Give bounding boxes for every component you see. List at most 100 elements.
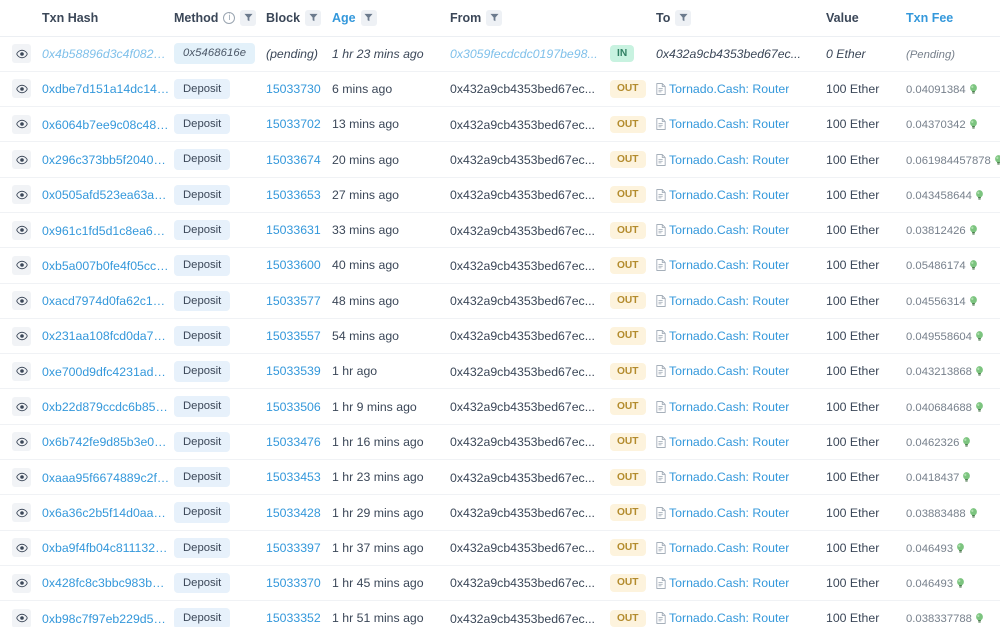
to-address-link[interactable]: Tornado.Cash: Router [669,329,789,343]
eye-icon[interactable] [12,573,31,593]
to-address-link[interactable]: Tornado.Cash: Router [669,153,789,167]
eye-icon[interactable] [12,432,31,452]
txn-fee-cell: (Pending) [906,36,1000,71]
method-badge[interactable]: Deposit [174,396,231,417]
eye-icon[interactable] [12,150,31,170]
method-badge[interactable]: Deposit [174,219,231,241]
txn-hash-link[interactable]: 0x296c373bb5f204049a... [42,153,170,167]
method-badge[interactable]: Deposit [174,431,231,453]
eye-icon[interactable] [12,255,31,275]
txn-hash-link[interactable]: 0x6b742fe9d85b3e0af46... [42,435,170,449]
to-address-link[interactable]: Tornado.Cash: Router [669,400,789,414]
block-link[interactable]: 15033674 [266,153,321,167]
method-badge[interactable]: Deposit [174,361,231,382]
block-link[interactable]: 15033653 [266,188,321,202]
eye-icon[interactable] [12,538,31,558]
block-link[interactable]: 15033476 [266,435,321,449]
column-header-age-label[interactable]: Age [332,11,356,25]
txn-hash-link[interactable]: 0x961c1fd5d1c8ea66e3... [42,224,170,238]
eye-icon[interactable] [12,326,31,346]
eye-icon[interactable] [12,608,31,627]
from-address: 0x432a9cb4353bed67ec... [450,470,595,485]
txn-hash-link[interactable]: 0xe700d9dfc4231ad960f... [42,365,170,379]
method-badge[interactable]: Deposit [174,608,231,627]
eye-icon[interactable] [12,361,31,381]
to-address-link[interactable]: Tornado.Cash: Router [669,470,789,484]
block-link[interactable]: 15033352 [266,611,321,625]
eye-icon[interactable] [12,44,31,64]
filter-icon-age[interactable] [360,9,377,26]
to-address-link[interactable]: Tornado.Cash: Router [669,576,789,590]
block-link[interactable]: 15033370 [266,576,321,590]
txn-hash-link[interactable]: 0x4b58896d3c4f082b55... [42,47,170,61]
to-address-link[interactable]: Tornado.Cash: Router [669,82,789,96]
method-badge[interactable]: Deposit [174,78,231,100]
method-badge[interactable]: Deposit [174,572,231,594]
block-cell: 15033539 [266,354,332,389]
block-link[interactable]: 15033506 [266,400,321,414]
txn-hash-link[interactable]: 0x6a36c2b5f14d0aa935... [42,506,170,520]
txn-hash-link[interactable]: 0xb98c7f97eb229d5142... [42,612,170,626]
txn-hash-link[interactable]: 0xb5a007b0fe4f05ccff27... [42,259,170,273]
eye-icon[interactable] [12,79,31,99]
txn-hash-link[interactable]: 0xb22d879ccdc6b85499... [42,400,170,414]
method-badge[interactable]: Deposit [174,537,231,559]
block-link[interactable]: 15033557 [266,329,321,343]
to-address-link[interactable]: Tornado.Cash: Router [669,117,789,131]
to-address-link[interactable]: Tornado.Cash: Router [669,223,789,237]
method-badge[interactable]: Deposit [174,184,231,206]
from-address-link[interactable]: 0x3059fecdcdc0197be98... [450,47,598,61]
block-link[interactable]: 15033539 [266,364,321,378]
block-link[interactable]: 15033600 [266,258,321,272]
txn-hash-link[interactable]: 0xacd7974d0fa62c125cb... [42,294,170,308]
block-link[interactable]: 15033397 [266,541,321,555]
txn-hash-link[interactable]: 0x6064b7ee9c08c48ef6... [42,118,170,132]
method-badge[interactable]: Deposit [174,149,231,170]
method-badge[interactable]: Deposit [174,325,231,347]
table-row: 0xb5a007b0fe4f05ccff27... Deposit 15033600… [0,248,1000,284]
eye-icon[interactable] [12,397,31,417]
row-preview-cell [0,318,42,353]
filter-icon-block[interactable] [305,9,322,26]
info-circle-icon[interactable]: i [223,11,236,24]
to-address-link[interactable]: Tornado.Cash: Router [669,506,789,520]
block-link[interactable]: 15033631 [266,223,321,237]
to-address-link[interactable]: Tornado.Cash: Router [669,541,789,555]
block-link[interactable]: 15033453 [266,470,321,484]
txn-hash-link[interactable]: 0xdbe7d151a14dc14a31... [42,82,170,96]
value-cell: 100 Ether [826,142,906,177]
txn-hash-link[interactable]: 0x428fc8c3bbc983b16eb... [42,576,170,590]
block-link[interactable]: 15033428 [266,506,321,520]
txn-hash-link[interactable]: 0x231aa108fcd0da71cb... [42,329,170,343]
eye-icon[interactable] [12,185,31,205]
txn-hash-link[interactable]: 0xba9f4fb04c8111323d9... [42,541,170,555]
eye-icon[interactable] [12,114,31,134]
to-address-link[interactable]: Tornado.Cash: Router [669,258,789,272]
method-badge[interactable]: Deposit [174,467,231,488]
filter-icon-to[interactable] [675,9,692,26]
to-address-link[interactable]: Tornado.Cash: Router [669,188,789,202]
block-link[interactable]: 15033702 [266,117,321,131]
txn-fee-cell: 0.04370342 [906,107,1000,142]
txn-hash-link[interactable]: 0xaaa95f6674889c2f47b... [42,471,170,485]
txn-hash-link[interactable]: 0x0505afd523ea63a682... [42,188,170,202]
to-address-link[interactable]: Tornado.Cash: Router [669,611,789,625]
eye-icon[interactable] [12,291,31,311]
eye-icon[interactable] [12,503,31,522]
method-badge[interactable]: Deposit [174,255,231,276]
block-link[interactable]: 15033730 [266,82,321,96]
to-address-link[interactable]: Tornado.Cash: Router [669,364,789,378]
block-link[interactable]: 15033577 [266,294,321,308]
to-address-link[interactable]: Tornado.Cash: Router [669,294,789,308]
eye-icon[interactable] [12,467,31,487]
eye-icon[interactable] [12,220,31,240]
age-cell: 20 mins ago [332,142,450,177]
method-badge[interactable]: Deposit [174,290,231,311]
filter-icon-method[interactable] [240,9,257,26]
method-badge[interactable]: Deposit [174,502,231,523]
to-address-link[interactable]: Tornado.Cash: Router [669,435,789,449]
filter-icon-from[interactable] [486,9,503,26]
method-badge[interactable]: 0x5468616e [174,43,256,64]
method-badge[interactable]: Deposit [174,114,231,135]
column-header-txn-fee-label[interactable]: Txn Fee [906,11,953,25]
